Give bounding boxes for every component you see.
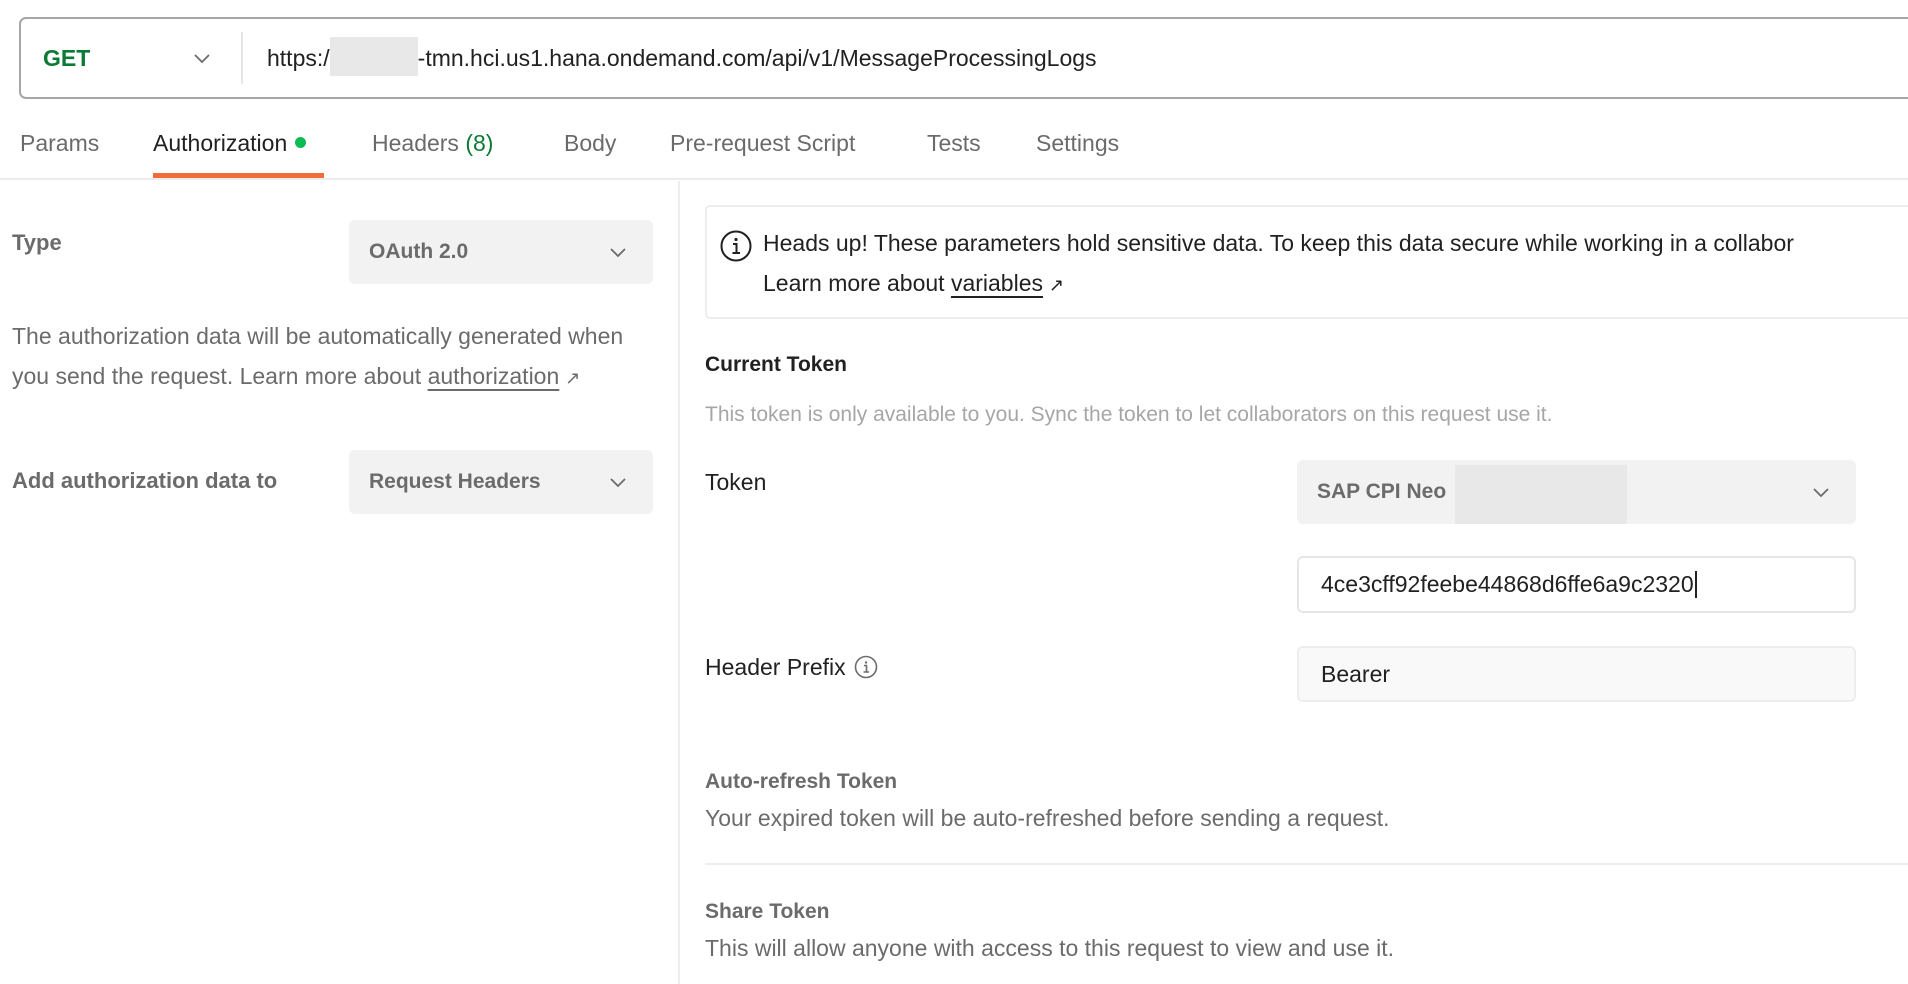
auto-refresh-description: Your expired token will be auto-refreshe… xyxy=(705,805,1390,831)
current-token-heading: Current Token xyxy=(705,353,847,376)
status-dot-icon xyxy=(295,137,307,149)
info-icon[interactable] xyxy=(854,655,878,679)
chevron-down-icon[interactable] xyxy=(191,47,213,69)
tab-label: Body xyxy=(564,130,617,156)
tab-label: Tests xyxy=(927,130,981,156)
tab-label: Pre-request Script xyxy=(670,130,856,156)
notice-line-2: Learn more about variables ↗ xyxy=(763,263,1794,305)
add-auth-to-select[interactable]: Request Headers xyxy=(349,450,653,514)
add-auth-to-value: Request Headers xyxy=(369,470,541,493)
url-input[interactable]: https:/ -tmn.hci.us1.hana.ondemand.com/ap… xyxy=(267,19,1097,97)
tab-settings[interactable]: Settings xyxy=(1036,130,1119,157)
headers-count-badge: (8) xyxy=(465,130,494,156)
token-select[interactable]: SAP CPI Neo xyxy=(1297,460,1856,524)
url-prefix: https:/ xyxy=(267,45,330,71)
share-token-heading: Share Token xyxy=(705,900,830,923)
share-token-description: This will allow anyone with access to th… xyxy=(705,935,1395,961)
access-token-value-wrap: 4ce3cff92feebe44868d6ffe6a9c2320 xyxy=(1321,558,1697,611)
variables-link[interactable]: variables xyxy=(951,270,1043,296)
chevron-down-icon xyxy=(610,478,626,488)
authorization-link[interactable]: authorization xyxy=(428,363,560,389)
active-tab-indicator xyxy=(153,173,324,178)
url-divider xyxy=(241,32,243,84)
header-prefix-label-text: Header Prefix xyxy=(705,654,846,680)
tab-label: Authorization xyxy=(153,130,288,156)
tab-pre-request-script[interactable]: Pre-request Script xyxy=(670,130,855,157)
url-bar: GET https:/ -tmn.hci.us1.hana.ondemand.co… xyxy=(19,17,1908,99)
tab-authorization[interactable]: Authorization xyxy=(153,130,307,157)
auth-description: The authorization data will be automatic… xyxy=(12,316,652,398)
notice-line-1: Heads up! These parameters hold sensitiv… xyxy=(763,230,1794,256)
pane-divider[interactable] xyxy=(678,181,680,984)
tab-params[interactable]: Params xyxy=(20,130,99,157)
type-label: Type xyxy=(12,230,62,255)
auto-refresh-heading: Auto-refresh Token xyxy=(705,770,898,793)
url-suffix: -tmn.hci.us1.hana.ondemand.com/api/v1/Me… xyxy=(417,45,1097,71)
token-select-value: SAP CPI Neo xyxy=(1317,480,1447,503)
tab-label: Headers xyxy=(372,130,459,156)
access-token-input[interactable]: 4ce3cff92feebe44868d6ffe6a9c2320 xyxy=(1297,556,1856,613)
token-label: Token xyxy=(705,469,767,495)
sensitive-data-notice: Heads up! These parameters hold sensitiv… xyxy=(705,205,1908,319)
tab-tests[interactable]: Tests xyxy=(927,130,981,157)
auth-type-value: OAuth 2.0 xyxy=(369,240,469,263)
section-divider xyxy=(705,863,1908,865)
notice-line-2-text: Learn more about xyxy=(763,270,951,296)
chevron-down-icon xyxy=(610,248,626,258)
request-tabs: Params Authorization Headers (8) Body Pr… xyxy=(0,110,1908,180)
chevron-down-icon xyxy=(1813,488,1829,498)
external-link-icon: ↗ xyxy=(565,368,581,388)
tab-label: Params xyxy=(20,130,100,156)
redacted-block xyxy=(1455,465,1627,524)
method-label: GET xyxy=(43,45,91,71)
method-select[interactable]: GET xyxy=(43,19,90,97)
tab-headers[interactable]: Headers (8) xyxy=(372,130,493,157)
header-prefix-label: Header Prefix xyxy=(705,654,878,681)
info-icon xyxy=(720,230,752,262)
access-token-value: 4ce3cff92feebe44868d6ffe6a9c2320 xyxy=(1321,571,1694,597)
add-auth-to-label: Add authorization data to xyxy=(12,468,278,493)
header-prefix-value: Bearer xyxy=(1321,660,1391,687)
current-token-subtitle: This token is only available to you. Syn… xyxy=(705,403,1553,426)
auth-type-select[interactable]: OAuth 2.0 xyxy=(349,220,653,284)
header-prefix-input[interactable]: Bearer xyxy=(1297,646,1856,702)
tab-body[interactable]: Body xyxy=(564,130,616,157)
text-caret xyxy=(1694,571,1697,598)
redacted-block xyxy=(329,37,418,77)
tab-label: Settings xyxy=(1036,130,1120,156)
external-link-icon: ↗ xyxy=(1049,275,1065,295)
notice-text: Heads up! These parameters hold sensitiv… xyxy=(763,223,1794,305)
